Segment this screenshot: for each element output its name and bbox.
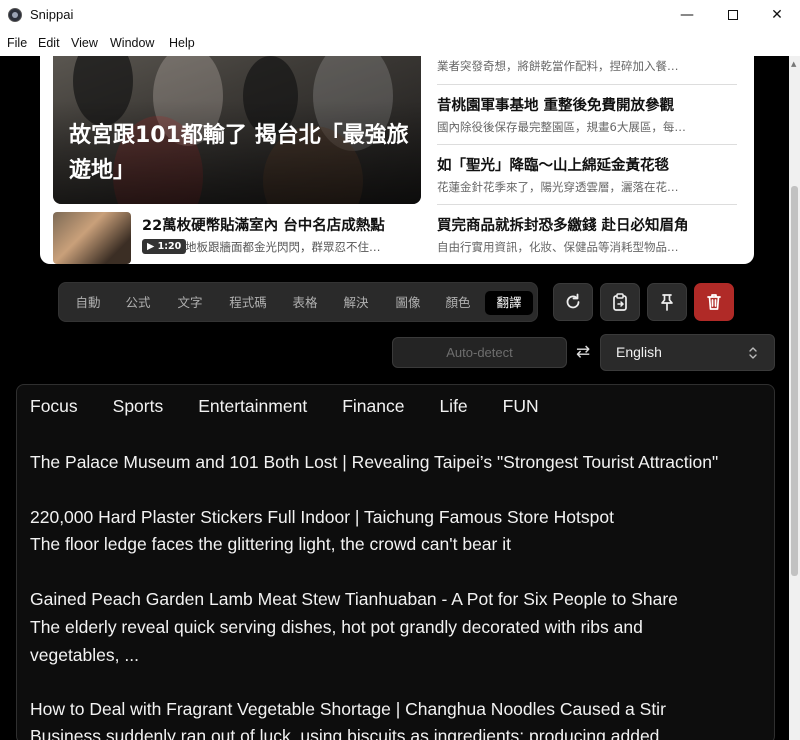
menu-help[interactable]: Help — [169, 36, 195, 50]
news-headline: 如「聖光」降臨～山上綿延金黃花毯 — [437, 158, 669, 174]
output-line: How to Deal with Fragrant Vegetable Shor… — [30, 699, 666, 719]
news-headline: 買完商品就拆封恐多繳錢 赴日必知眉角 — [437, 218, 689, 234]
output-line: 220,000 Hard Plaster Stickers Full Indoo… — [30, 507, 614, 527]
news-subtitle: 國內除役後保存最完整園區，規畫6大展區，每… — [437, 120, 686, 134]
news-item: 買完商品就拆封恐多繳錢 赴日必知眉角 自由行實用資訊，化妝、保健品等消耗型物品… — [437, 214, 737, 255]
refresh-icon — [566, 293, 580, 309]
copy-button[interactable] — [600, 283, 640, 321]
scrollbar[interactable]: ▲ — [789, 56, 800, 740]
menu-view[interactable]: View — [71, 36, 98, 50]
trash-icon — [707, 294, 721, 310]
news-subtitle: 業者突發奇想，將餅乾當作配料，捏碎加入餐… — [437, 59, 679, 73]
nav-fun: FUN — [502, 396, 539, 416]
tab-image[interactable]: 圖像 — [387, 291, 429, 315]
close-button[interactable]: ✕ — [754, 0, 800, 30]
nav-finance: Finance — [342, 396, 405, 416]
output-line: Business suddenly ran out of luck, using… — [30, 726, 660, 740]
title-bar: Snippai — ✕ — [0, 0, 800, 30]
tab-text[interactable]: 文字 — [169, 291, 211, 315]
nav-life: Life — [439, 396, 468, 416]
menu-bar: File Edit View Window Help — [0, 30, 800, 56]
menu-file[interactable]: File — [7, 36, 27, 50]
scroll-up-icon[interactable]: ▲ — [791, 60, 796, 68]
maximize-button[interactable] — [710, 0, 756, 30]
news-subtitle: 自由行實用資訊，化妝、保健品等消耗型物品… — [437, 240, 679, 254]
output-line: The floor ledge faces the glittering lig… — [30, 534, 511, 554]
app-logo-icon — [8, 8, 22, 22]
snippet-preview: 故宮跟101都輸了 揭台北「最強旅遊地」 22萬枚硬幣貼滿室內 台中名店成熱點 … — [40, 56, 754, 264]
nav-entertainment: Entertainment — [198, 396, 308, 416]
news-headline: 昔桃園軍事基地 重整後免費開放參觀 — [437, 98, 675, 114]
video-thumbnail — [53, 212, 131, 264]
news-item: 昔桃園軍事基地 重整後免費開放參觀 國內除役後保存最完整園區，規畫6大展區，每… — [437, 94, 737, 135]
tab-code[interactable]: 程式碼 — [221, 291, 275, 315]
menu-edit[interactable]: Edit — [38, 36, 60, 50]
output-line: Gained Peach Garden Lamb Meat Stew Tianh… — [30, 589, 678, 609]
tab-formula[interactable]: 公式 — [117, 291, 159, 315]
copy-clipboard-icon — [613, 293, 627, 311]
video-headline: 22萬枚硬幣貼滿室內 台中名店成熱點 — [142, 218, 385, 234]
output-line: The Palace Museum and 101 Both Lost | Re… — [30, 452, 719, 472]
tab-solve[interactable]: 解決 — [335, 291, 377, 315]
maximize-icon — [728, 10, 738, 20]
translation-output[interactable]: Focus Sports Entertainment Finance Life … — [16, 384, 775, 740]
hero-image: 故宮跟101都輸了 揭台北「最強旅遊地」 — [53, 56, 421, 204]
output-line: The elderly reveal quick serving dishes,… — [30, 617, 643, 637]
translated-nav: Focus Sports Entertainment Finance Life … — [30, 396, 574, 417]
menu-window[interactable]: Window — [110, 36, 154, 50]
window-title: Snippai — [30, 7, 74, 22]
chevron-updown-icon — [749, 347, 757, 359]
tab-translate[interactable]: 翻譯 — [485, 291, 533, 315]
tab-table[interactable]: 表格 — [284, 291, 326, 315]
pin-button[interactable] — [647, 283, 687, 321]
video-duration-badge: ▶ 1:20 — [142, 239, 187, 254]
pin-icon — [661, 294, 673, 311]
output-line: vegetables, ... — [30, 645, 139, 665]
news-item: 如「聖光」降臨～山上綿延金黃花毯 花蓮金針花季來了，陽光穿透雲層，灑落在花… — [437, 154, 737, 195]
news-item: 業者突發奇想，將餅乾當作配料，捏碎加入餐… — [437, 58, 737, 74]
hero-headline: 故宮跟101都輸了 揭台北「最強旅遊地」 — [69, 123, 409, 183]
nav-sports: Sports — [112, 396, 164, 416]
source-language-select[interactable]: Auto-detect — [392, 337, 567, 368]
target-language-label: English — [616, 344, 662, 360]
tab-color[interactable]: 顏色 — [437, 291, 479, 315]
refresh-button[interactable] — [553, 283, 593, 321]
mode-tabs: 自動 公式 文字 程式碼 表格 解決 圖像 顏色 翻譯 — [58, 282, 538, 322]
news-subtitle: 花蓮金針花季來了，陽光穿透雲層，灑落在花… — [437, 180, 679, 194]
minimize-button[interactable]: — — [664, 0, 710, 30]
target-language-select[interactable]: English — [600, 334, 775, 371]
nav-focus: Focus — [30, 396, 78, 416]
swap-languages-icon[interactable]: ⇄ — [574, 342, 592, 362]
tab-auto[interactable]: 自動 — [67, 291, 109, 315]
delete-button[interactable] — [694, 283, 734, 321]
video-subtitle: 地板跟牆面都金光閃閃，群眾忍不住… — [185, 240, 381, 254]
scroll-thumb[interactable] — [791, 186, 798, 576]
